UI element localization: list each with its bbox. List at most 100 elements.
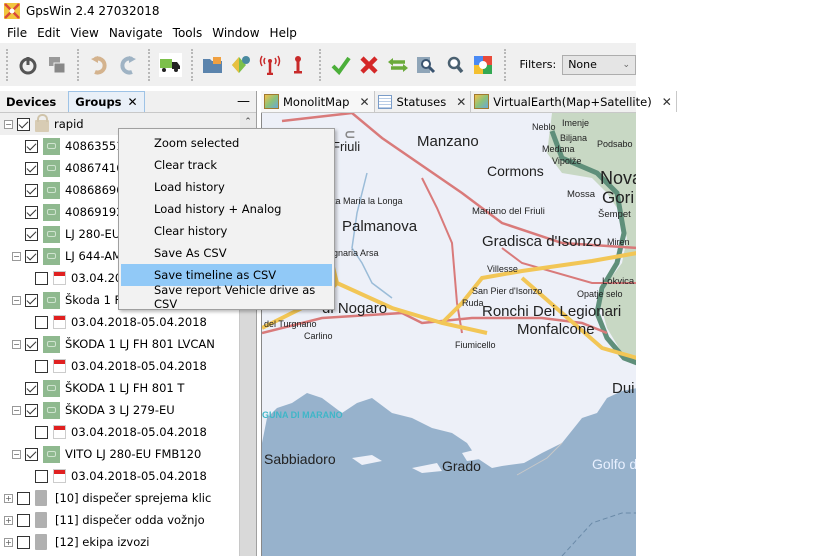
google-button[interactable] [472, 53, 495, 77]
toolbar-separator [77, 48, 79, 81]
vehicle-row[interactable]: − ŠKODA 3 LJ 279-EU [0, 399, 175, 421]
context-menu-item[interactable]: Load history + Analog [121, 198, 332, 220]
checkbox[interactable] [35, 359, 48, 373]
vehicle-row[interactable]: 408686965 [0, 179, 131, 201]
close-icon[interactable]: ✕ [456, 95, 466, 109]
checkbox[interactable] [25, 381, 38, 395]
tab-devices[interactable]: Devices [0, 91, 62, 112]
vehicle-row[interactable]: − LJ 644-AM [0, 245, 122, 267]
vehicle-row[interactable]: 408635517 [0, 135, 131, 157]
menu-tools[interactable]: Tools [168, 26, 208, 40]
expand-icon[interactable]: + [4, 493, 13, 503]
tab-groups[interactable]: Groups ✕ [68, 91, 145, 112]
expand-icon[interactable]: + [4, 537, 13, 547]
menu-help[interactable]: Help [265, 26, 302, 40]
checkbox[interactable] [25, 161, 38, 175]
tab-monolitmap[interactable]: MonolitMap ✕ [261, 91, 375, 112]
checkbox[interactable] [35, 315, 48, 329]
context-menu-item[interactable]: Save As CSV [121, 242, 332, 264]
tree-item-label: 03.04.2018-05.04.2018 [71, 315, 207, 329]
tree-item-label: 03.04.2018-05.04.2018 [71, 469, 207, 483]
menu-edit[interactable]: Edit [32, 26, 65, 40]
context-menu-item[interactable]: Save report Vehicle drive as CSV [121, 283, 332, 311]
checkbox[interactable] [25, 183, 38, 197]
vehicle-row[interactable]: 408674168 [0, 157, 131, 179]
collapse-icon[interactable]: − [12, 449, 21, 459]
context-menu-item[interactable]: Load history [121, 176, 332, 198]
zoom-document-button[interactable] [415, 53, 438, 77]
search-icon [447, 56, 464, 73]
filters-dropdown[interactable]: None ⌄ [562, 54, 637, 75]
car-icon [43, 445, 60, 463]
checkbox[interactable] [35, 271, 48, 285]
menu-file[interactable]: File [2, 26, 32, 40]
menu-bar: File Edit View Navigate Tools Window Hel… [0, 23, 302, 43]
tab-virtualearth[interactable]: VirtualEarth(Map+Satellite) ✕ [471, 91, 677, 112]
checkbox[interactable] [25, 403, 38, 417]
close-icon[interactable]: ✕ [128, 95, 138, 109]
checkbox[interactable] [17, 535, 30, 549]
vehicle-row[interactable]: 408691927 [0, 201, 131, 223]
checkbox[interactable] [35, 425, 48, 439]
context-menu-item[interactable]: Clear track [121, 154, 332, 176]
poi-button[interactable] [230, 53, 253, 77]
collapse-icon[interactable]: − [12, 295, 21, 305]
checkbox[interactable] [25, 227, 38, 241]
history-row[interactable]: 03.04.2018-05.04.2018 [0, 311, 207, 333]
vehicle-row[interactable]: ŠKODA 1 LJ FH 801 T [0, 377, 184, 399]
checkbox[interactable] [25, 447, 38, 461]
close-icon[interactable]: ✕ [359, 95, 369, 109]
collapse-icon[interactable]: − [12, 405, 21, 415]
minimize-icon[interactable]: — [237, 94, 250, 109]
collapse-icon[interactable]: − [4, 119, 13, 129]
open-folder-button[interactable] [202, 53, 225, 77]
search-button[interactable] [444, 53, 467, 77]
history-row[interactable]: 03.04.2018-05.04.2018 [0, 355, 207, 377]
poi-diamond-icon [232, 55, 251, 73]
redo-button[interactable] [117, 53, 140, 77]
undo-button[interactable] [88, 53, 111, 77]
checkbox[interactable] [17, 117, 30, 131]
tab-statuses[interactable]: Statuses ✕ [375, 91, 472, 112]
vehicle-row[interactable]: − ŠKODA 1 LJ FH 801 LVCAN [0, 333, 215, 355]
menu-window[interactable]: Window [207, 26, 264, 40]
copy-windows-button[interactable] [46, 53, 69, 77]
window-title: GpsWin 2.4 27032018 [26, 4, 160, 18]
swap-button[interactable] [387, 53, 410, 77]
history-row[interactable]: 03.04.2018-05.04.2018 [0, 465, 207, 487]
group-row[interactable]: + [12] ekipa izvozi [0, 531, 150, 553]
close-icon[interactable]: ✕ [662, 95, 672, 109]
antenna-button[interactable] [259, 53, 282, 77]
group-row[interactable]: + [10] dispečer sprejema klic [0, 487, 211, 509]
checkbox[interactable] [25, 293, 38, 307]
toolbar-separator [6, 48, 8, 81]
map-label-gori: Gori [602, 188, 635, 207]
checkbox[interactable] [25, 139, 38, 153]
checkbox[interactable] [25, 249, 38, 263]
vehicle-row[interactable]: LJ 280-EU [0, 223, 120, 245]
checkbox[interactable] [17, 513, 30, 527]
confirm-button[interactable] [330, 53, 353, 77]
vehicle-row[interactable]: − VITO LJ 280-EU FMB120 [0, 443, 201, 465]
truck-button[interactable] [159, 52, 182, 77]
car-icon [43, 335, 60, 353]
checkbox[interactable] [25, 337, 38, 351]
tree-item-label: ŠKODA 1 LJ FH 801 T [65, 381, 185, 395]
checkbox[interactable] [25, 205, 38, 219]
checkbox[interactable] [17, 491, 30, 505]
vehicle-row[interactable]: − Škoda 1 FM [0, 289, 131, 311]
power-button[interactable] [17, 53, 40, 77]
checkbox[interactable] [35, 469, 48, 483]
collapse-icon[interactable]: − [12, 251, 21, 261]
delete-button[interactable] [358, 53, 381, 77]
menu-navigate[interactable]: Navigate [104, 26, 168, 40]
menu-view[interactable]: View [65, 26, 103, 40]
context-menu-item[interactable]: Zoom selected [121, 132, 332, 154]
pin-button[interactable] [287, 53, 310, 77]
collapse-icon[interactable]: − [12, 339, 21, 349]
group-row[interactable]: + [11] dispečer odda vožnjo [0, 509, 205, 531]
expand-icon[interactable]: + [4, 515, 13, 525]
map-label-manzano: Manzano [417, 133, 479, 150]
history-row[interactable]: 03.04.2018-05.04.2018 [0, 421, 207, 443]
context-menu-item[interactable]: Clear history [121, 220, 332, 242]
